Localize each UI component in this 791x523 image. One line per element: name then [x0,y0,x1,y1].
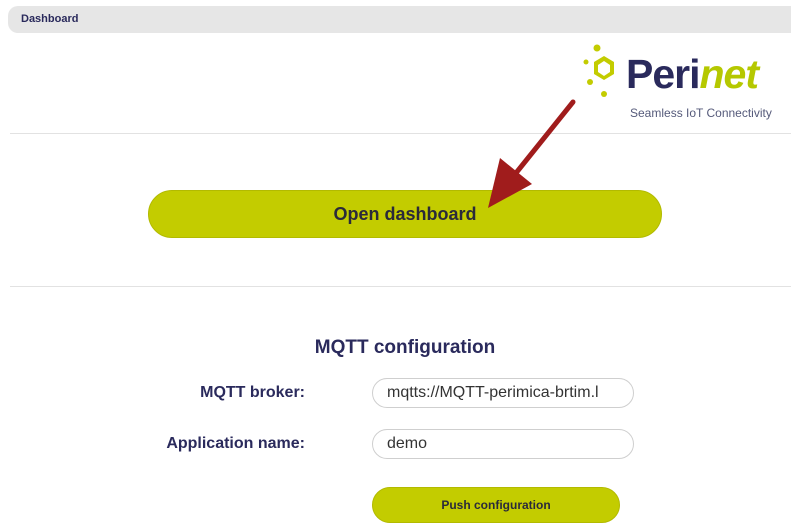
mqtt-broker-input[interactable] [372,378,634,408]
logo-wordmark-peri: Peri [626,51,700,97]
mqtt-broker-label: MQTT broker: [200,384,305,401]
divider [10,286,791,287]
application-name-input[interactable] [372,429,634,459]
logo-tagline: Seamless IoT Connectivity [630,106,772,120]
hexagon-logo-icon [583,44,614,97]
arrow-pointer-icon [488,99,576,208]
push-configuration-button[interactable]: Push configuration [372,487,620,523]
tab-bar: Dashboard [8,6,791,33]
application-name-label: Application name: [166,435,305,452]
perinet-logo: Perinet Seamless IoT Connectivity [582,44,791,124]
logo-wordmark-net: net [699,51,759,97]
mqtt-section-title: MQTT configuration [314,337,496,358]
tab-dashboard[interactable]: Dashboard [21,13,78,25]
logo-wordmark: Perinet [626,51,759,97]
divider [10,133,791,134]
open-dashboard-button[interactable]: Open dashboard [148,190,662,238]
